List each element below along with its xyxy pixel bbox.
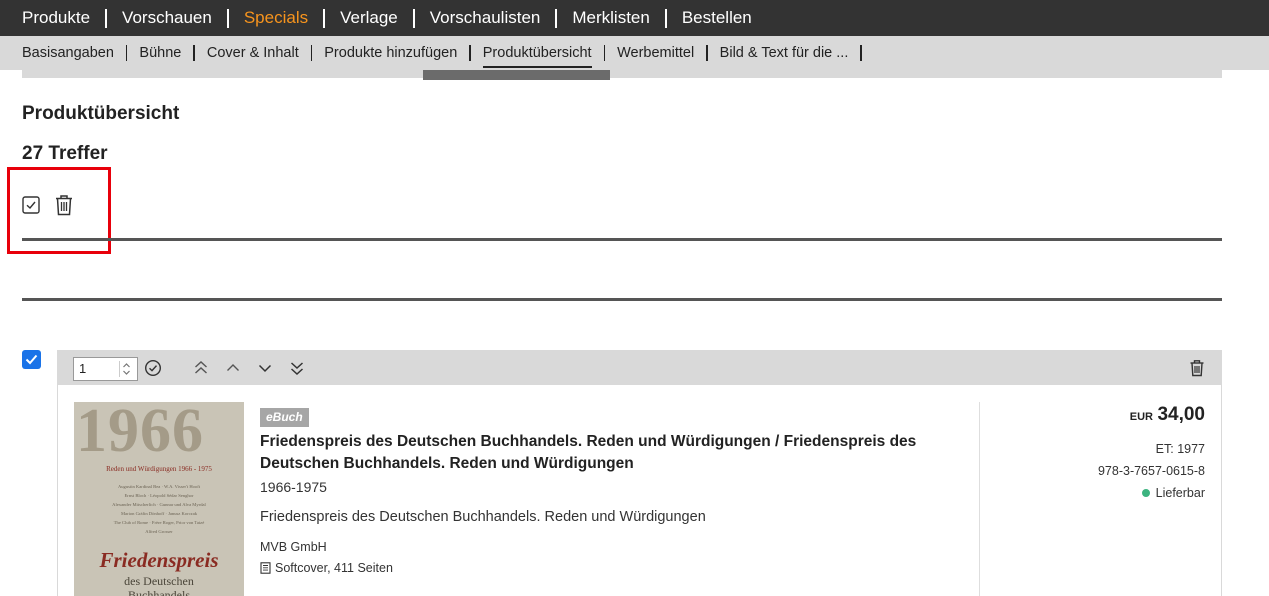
cover-title-line: des Deutschen [124,574,194,588]
cover-title-sub: des Deutschen Buchhandels [74,574,244,596]
scrolled-button-edge[interactable] [423,70,610,80]
top-nav: Produkte Vorschauen Specials Verlage Vor… [0,0,1269,36]
divider [22,298,1222,301]
status-dot-icon [1141,489,1150,497]
sub-nav-item-basisangaben[interactable]: Basisangaben [22,36,114,70]
top-nav-item-merklisten[interactable]: Merklisten [572,0,649,36]
nav-separator [412,8,415,28]
quantity-stepper[interactable]: 1 [73,357,138,381]
format-text: Softcover, 411 Seiten [275,561,393,575]
release-date: ET: 1977 [1155,442,1205,456]
sub-nav: Basisangaben Bühne Cover & Inhalt Produk… [0,36,1269,70]
availability: Lieferbar [1141,486,1205,500]
top-nav-item-produkte[interactable]: Produkte [22,0,90,36]
book-cover-image[interactable]: 1966 Reden und Würdigungen 1966 - 1975 A… [74,402,244,596]
format-badge: eBuch [260,408,309,427]
cover-name-line: Ernst Bloch · Léopold Sédar Senghor [124,493,194,498]
checkmark-icon [25,354,38,365]
nav-separator [193,45,195,61]
product-title[interactable]: Friedenspreis des Deutschen Buchhandels.… [260,431,920,475]
move-down-icon[interactable] [257,359,273,382]
nav-separator [226,8,229,28]
top-nav-item-verlage[interactable]: Verlage [340,0,398,36]
sub-nav-item-werbemittel[interactable]: Werbemittel [617,36,694,70]
isbn: 978-3-7657-0615-8 [1097,464,1205,478]
price-amount: 34,00 [1157,404,1205,425]
cover-name-line: Marion Gräfin Dönhoff · Janusz Korczak [120,511,198,516]
product-card-toolbar: 1 [58,351,1221,385]
nav-separator [469,45,471,61]
cover-name-line: Alexander Mitscherlich · Gunnar und Alva… [112,502,206,507]
top-nav-item-specials[interactable]: Specials [244,0,308,36]
sub-nav-item-produktuebersicht[interactable]: Produktübersicht [482,36,592,70]
move-bottom-icon[interactable] [289,359,305,382]
cover-title-line: Buchhandels [128,588,190,596]
sub-nav-item-buehne[interactable]: Bühne [139,36,181,70]
column-divider [979,402,980,596]
cover-subtitle: Reden und Würdigungen 1966 - 1975 [106,465,212,473]
cover-name-line: Alfred Grosser [145,529,173,534]
book-icon [260,562,271,574]
product-years: 1966-1975 [260,479,327,495]
confirm-circle-icon[interactable] [144,359,162,382]
nav-separator [310,45,313,61]
price-currency: EUR [1129,411,1153,423]
top-nav-item-vorschauen[interactable]: Vorschauen [122,0,212,36]
nav-separator [664,8,667,28]
sub-nav-item-produkte-hinzufuegen[interactable]: Produkte hinzufügen [324,36,457,70]
quantity-value: 1 [79,361,87,376]
product-card: 1 1966 Reden und Würdigungen 1966 - 1975… [57,350,1222,596]
availability-text: Lieferbar [1155,486,1205,500]
divider [22,238,1222,241]
scrolled-panel-edge [22,70,1222,78]
sub-nav-item-cover-inhalt[interactable]: Cover & Inhalt [207,36,299,70]
page-title: Produktübersicht [22,103,180,124]
top-nav-item-vorschaulisten[interactable]: Vorschaulisten [430,0,541,36]
trash-icon[interactable] [1189,359,1205,382]
nav-separator [125,45,128,61]
cover-title: Friedenspreis [99,548,219,572]
cover-year: 1966 [76,402,204,465]
sub-nav-item-bild-text[interactable]: Bild & Text für die ... [720,36,849,70]
nav-separator [323,8,326,28]
publisher: MVB GmbH [260,540,327,554]
nav-separator [706,45,708,61]
nav-separator [555,8,558,28]
top-nav-item-bestellen[interactable]: Bestellen [682,0,752,36]
hit-count: 27 Treffer [22,143,108,164]
nav-separator [860,45,862,61]
nav-separator [603,45,606,61]
nav-separator [105,8,108,28]
cover-names: Augustin Kardinal Bea · W.A. Visser't Ho… [74,482,244,536]
cover-name-line: The Club of Rome · Frère Roger, Prior vo… [113,520,205,525]
stepper-arrows-icon[interactable] [119,361,133,377]
format-info: Softcover, 411 Seiten [260,561,393,575]
move-up-icon[interactable] [225,359,241,382]
cover-name-line: Augustin Kardinal Bea · W.A. Visser't Ho… [117,484,201,489]
product-description: Friedenspreis des Deutschen Buchhandels.… [260,509,706,525]
price: EUR 34,00 [1130,404,1205,426]
product-select-checkbox[interactable] [22,350,41,369]
move-top-icon[interactable] [193,359,209,382]
